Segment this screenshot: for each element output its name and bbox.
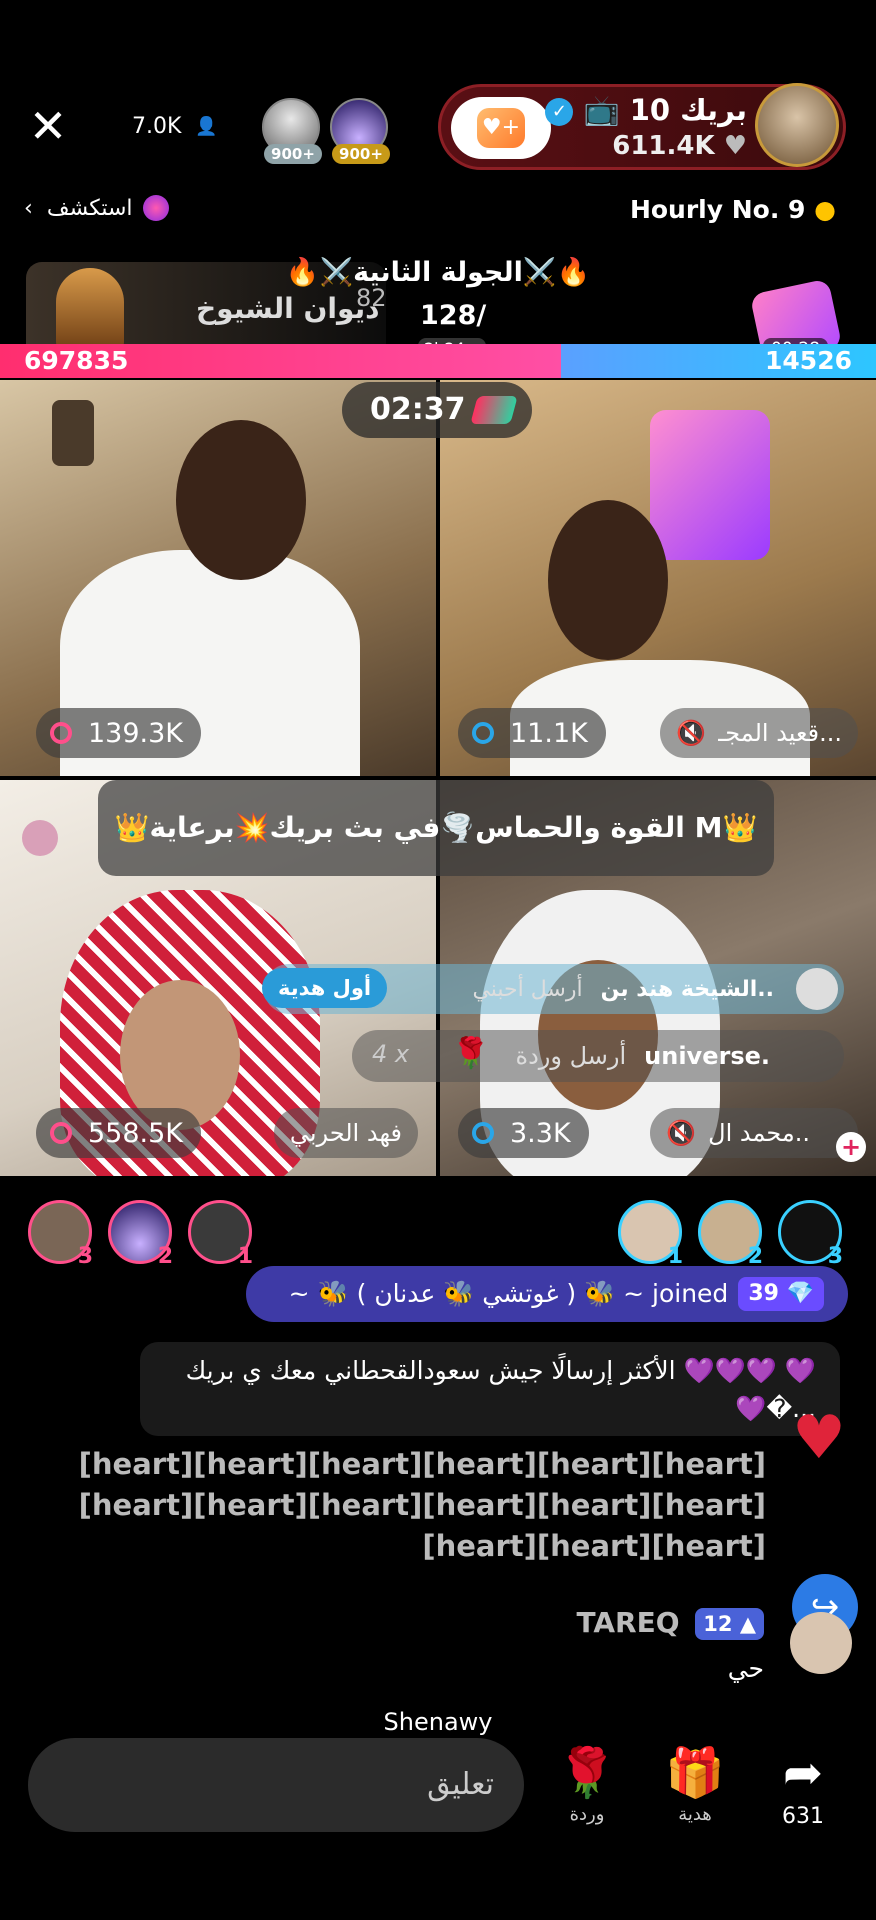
host-name: بريك 10 <box>629 93 747 127</box>
gift-icon <box>22 820 58 856</box>
chat-username[interactable]: TAREQ 12 ▲ <box>576 1606 764 1640</box>
chat-message: الأكثر إرسالًا جيش سعودالقحطاني معك ي بر… <box>140 1342 840 1436</box>
level-badge: 39 💎 <box>738 1277 824 1311</box>
video-cell-2[interactable]: 11.1K 🔇 قعيد المجـ... <box>440 380 876 776</box>
explore-button[interactable]: ‹ استكشف <box>24 195 169 221</box>
fan-avatar[interactable]: 2 <box>698 1200 763 1269</box>
round-title: 🔥⚔️الجولة الثانية⚔️🔥 <box>285 257 591 288</box>
coin-icon <box>50 722 72 744</box>
top-header: ✕ 7.0K 👤 900+ 900+ ♥+ ✓ 📺 بريك 10 611.4K… <box>0 83 876 176</box>
lantern-icon <box>52 400 94 466</box>
share-icon: ➦ <box>782 1745 824 1801</box>
user-avatar <box>796 968 838 1010</box>
vs-icon <box>470 396 518 424</box>
fan-avatar[interactable]: 1 <box>618 1200 683 1269</box>
rose-button[interactable]: 🌹 وردة <box>550 1742 624 1825</box>
battle-timer: 02:37 <box>342 382 532 438</box>
user-avatar[interactable] <box>790 1612 852 1674</box>
subheader: ‹ استكشف Hourly No. 9 ● <box>0 195 876 239</box>
cell-score: 558.5K <box>36 1108 202 1158</box>
top-gifter-avatar-2[interactable]: 900+ <box>330 98 390 164</box>
top-fans-row: 3 2 1 1 2 3 <box>0 1200 876 1269</box>
close-icon[interactable]: ✕ <box>24 102 72 150</box>
right-team-score: 14526 <box>560 344 876 378</box>
cell-score: 11.1K <box>458 708 606 758</box>
hourly-rank[interactable]: Hourly No. 9 ● <box>630 195 836 224</box>
coin-icon <box>50 1122 72 1144</box>
comment-input[interactable]: تعليق <box>28 1738 524 1832</box>
muted-speaker-icon: 🔇 <box>666 1119 697 1147</box>
host-avatar[interactable] <box>755 83 839 167</box>
fan-avatar[interactable]: 2 <box>108 1200 173 1269</box>
host-name-row: ✓ 📺 بريك 10 <box>545 93 747 128</box>
fan-avatar[interactable]: 3 <box>778 1200 843 1269</box>
promo-banner: 👑القوة والحماس🌪️في بث بريك💥برعاية M👑 <box>98 780 774 876</box>
streamer-face <box>548 500 668 660</box>
person-icon: 👤 <box>195 116 218 137</box>
coin-icon <box>472 1122 494 1144</box>
first-gift-badge: أول هدية <box>262 968 388 1008</box>
coin-icon <box>472 722 494 744</box>
left-team-score: 697835 <box>0 344 561 378</box>
host-info-pill[interactable]: ♥+ ✓ 📺 بريك 10 611.4K ♥ <box>438 83 846 170</box>
join-notice: ~ 🐝 ( غوتشي 🐝 عدنان ) 🐝 ~ joined 39 💎 <box>246 1266 848 1322</box>
center-count: 128/ <box>420 300 487 331</box>
cell-score: 3.3K <box>458 1108 589 1158</box>
follow-button[interactable]: ♥+ <box>451 97 551 159</box>
flame-icon: ● <box>814 195 836 224</box>
muted-speaker-icon: 🔇 <box>676 719 707 747</box>
cell-username[interactable]: فهد الحربي <box>273 1108 418 1158</box>
chevron-left-icon: ‹ <box>24 195 33 221</box>
host-likes: 611.4K ♥ <box>612 131 747 161</box>
gift-card-icon <box>650 410 770 560</box>
viewer-count[interactable]: 7.0K 👤 <box>132 114 218 139</box>
gift-notice-2[interactable]: 4 x 🌹 أرسل وردة universe. <box>352 1030 844 1082</box>
top-gifter-avatar-1[interactable]: 900+ <box>262 98 322 164</box>
gift-button[interactable]: 🎁 هدية <box>658 1742 732 1825</box>
chat-hearts: [heart][heart][heart][heart][heart][hear… <box>78 1447 766 1563</box>
fan-avatar[interactable]: 1 <box>188 1200 253 1269</box>
verified-icon: ✓ <box>545 98 574 126</box>
gift-icon: 🎁 <box>665 1745 725 1801</box>
heart-icon: ♥ <box>792 1403 846 1473</box>
rose-icon: 🌹 <box>452 1036 490 1071</box>
watermark: Shenawy <box>383 1708 493 1736</box>
battle-score-bar: 697835 14526 <box>0 344 876 378</box>
cell-username[interactable]: 🔇 قعيد المجـ... <box>660 708 858 758</box>
streamer-face <box>176 420 306 580</box>
planet-icon <box>142 195 169 221</box>
rose-icon: 🌹 <box>557 1745 617 1801</box>
add-follow-icon[interactable]: + <box>836 1132 866 1162</box>
video-cell-1[interactable]: 139.3K <box>0 380 436 776</box>
cell-username[interactable]: 🔇 محمد ال.. <box>650 1108 858 1158</box>
heart-plus-icon: ♥+ <box>477 108 525 148</box>
fan-avatar[interactable]: 3 <box>28 1200 93 1269</box>
cell-score: 139.3K <box>36 708 202 758</box>
tv-icon: 📺 <box>583 93 620 127</box>
chat-message-text: حي <box>727 1654 764 1683</box>
share-button[interactable]: ➦ 631 <box>766 1742 840 1829</box>
heart-icon: ♥ <box>723 131 747 161</box>
gift-notice-1[interactable]: أول هدية أرسل أحبني الشيخة هند بن.. <box>262 964 844 1014</box>
level-badge: 12 ▲ <box>695 1608 764 1640</box>
